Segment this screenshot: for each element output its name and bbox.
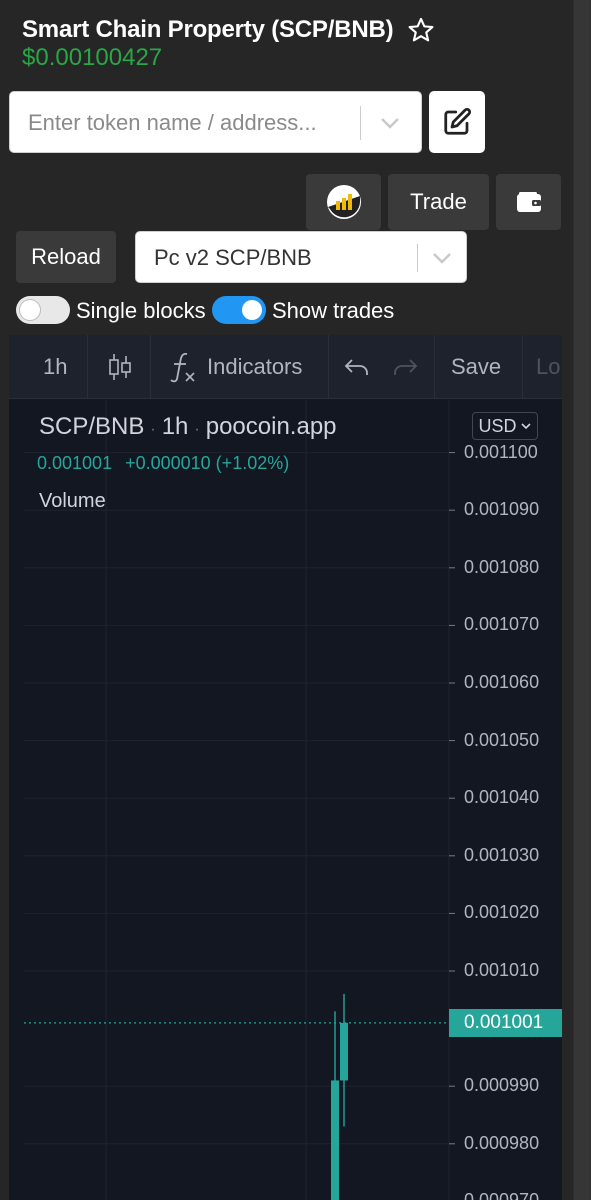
chevron-down-icon[interactable]	[378, 112, 402, 134]
legend-interval: 1h	[161, 413, 189, 440]
interval-button[interactable]: 1h	[43, 335, 67, 399]
axis-tick-label: 0.001060	[464, 672, 540, 692]
wallet-icon	[516, 192, 541, 212]
legend-dot: ·	[150, 421, 156, 438]
legend-values: 0.001001 +0.000010 (+1.02%)	[37, 453, 289, 474]
exchange-logo-icon	[326, 185, 361, 219]
reload-button[interactable]: Reload	[16, 231, 116, 283]
input-separator	[360, 106, 361, 140]
candle-style-button[interactable]	[107, 335, 133, 399]
legend-last-value: 0.001001	[37, 453, 113, 473]
toggle-knob	[242, 300, 262, 320]
axis-tick-label: 0.001010	[464, 960, 540, 980]
candle-body[interactable]	[331, 1080, 339, 1200]
candle-body[interactable]	[340, 1022, 348, 1081]
page-scrollbar[interactable]	[573, 0, 591, 1200]
chart-legend: SCP/BNB · 1h · poocoin.app	[39, 413, 337, 441]
show-trades-toggle[interactable]	[212, 296, 266, 324]
function-icon	[170, 352, 195, 383]
exchange-logo-button[interactable]	[306, 174, 381, 230]
toolbar-separator	[434, 335, 435, 399]
axis-tick-label: 0.001050	[464, 729, 540, 750]
axis-tick-label: 0.001020	[464, 902, 540, 923]
undo-button[interactable]	[343, 335, 371, 399]
axis-tick-label: 0.001040	[464, 787, 540, 808]
axis-tick-label: 0.001080	[464, 556, 540, 577]
indicators-label: Indicators	[207, 354, 303, 379]
toggle-knob	[20, 300, 40, 320]
axis-tick-label: 0.000970	[464, 1190, 539, 1200]
currency-label: USD	[478, 415, 517, 436]
legend-change: +0.000010 (+1.02%)	[125, 453, 290, 473]
axis-tick-label: 0.001100	[464, 441, 538, 462]
undo-icon	[344, 359, 368, 375]
legend-source: poocoin.app	[205, 413, 337, 440]
toolbar-separator	[150, 335, 151, 399]
axis-tick-label: 0.001030	[464, 844, 540, 865]
toolbar-separator	[328, 335, 329, 399]
header: Smart Chain Property (SCP/BNB)	[22, 16, 435, 44]
indicators-button[interactable]: Indicators	[169, 335, 302, 399]
currency-select[interactable]: USD	[472, 412, 538, 440]
pair-version-value: Pc v2 SCP/BNB	[154, 245, 312, 270]
single-blocks-label: Single blocks	[76, 298, 206, 323]
chart-toolbar: 1h Indicators Save Lo	[9, 335, 562, 399]
axis-tick-label: 0.000980	[464, 1132, 540, 1153]
chevron-down-icon	[520, 423, 531, 430]
edit-icon	[444, 107, 472, 135]
toolbar-separator	[522, 335, 523, 399]
wallet-button[interactable]	[496, 174, 561, 230]
candlestick-icon	[109, 354, 131, 380]
axis-tick-label: 0.001090	[464, 499, 540, 520]
axis-tick-label: 0.001070	[464, 614, 540, 635]
scrollbar-thumb[interactable]	[574, 0, 590, 1200]
token-price: $0.00100427	[22, 44, 163, 71]
legend-symbol: SCP/BNB	[39, 413, 145, 440]
show-trades-label: Show trades	[272, 298, 395, 323]
select-separator	[417, 244, 418, 272]
star-icon[interactable]	[407, 16, 435, 44]
trade-button[interactable]: Trade	[388, 174, 489, 230]
legend-volume: Volume	[39, 490, 106, 512]
pair-version-select[interactable]: Pc v2 SCP/BNB	[135, 231, 467, 283]
load-button[interactable]: Lo	[536, 335, 560, 399]
edit-token-button[interactable]	[429, 91, 485, 153]
legend-dot: ·	[194, 421, 200, 438]
redo-icon	[394, 359, 418, 375]
price-chart[interactable]: 1h Indicators Save Lo SCP/BNB · 1h · poo…	[9, 335, 562, 1200]
token-search-input[interactable]: Enter token name / address...	[9, 91, 422, 153]
page-title: Smart Chain Property (SCP/BNB)	[22, 16, 394, 43]
single-blocks-toggle[interactable]	[16, 296, 70, 324]
current-price-label: 0.001001	[449, 1008, 562, 1037]
save-button[interactable]: Save	[451, 335, 501, 399]
toolbar-separator	[87, 335, 88, 399]
axis-tick-label: 0.000990	[464, 1075, 540, 1096]
token-search-placeholder: Enter token name / address...	[28, 110, 317, 135]
chevron-down-icon[interactable]	[430, 247, 454, 269]
redo-button[interactable]	[391, 335, 419, 399]
